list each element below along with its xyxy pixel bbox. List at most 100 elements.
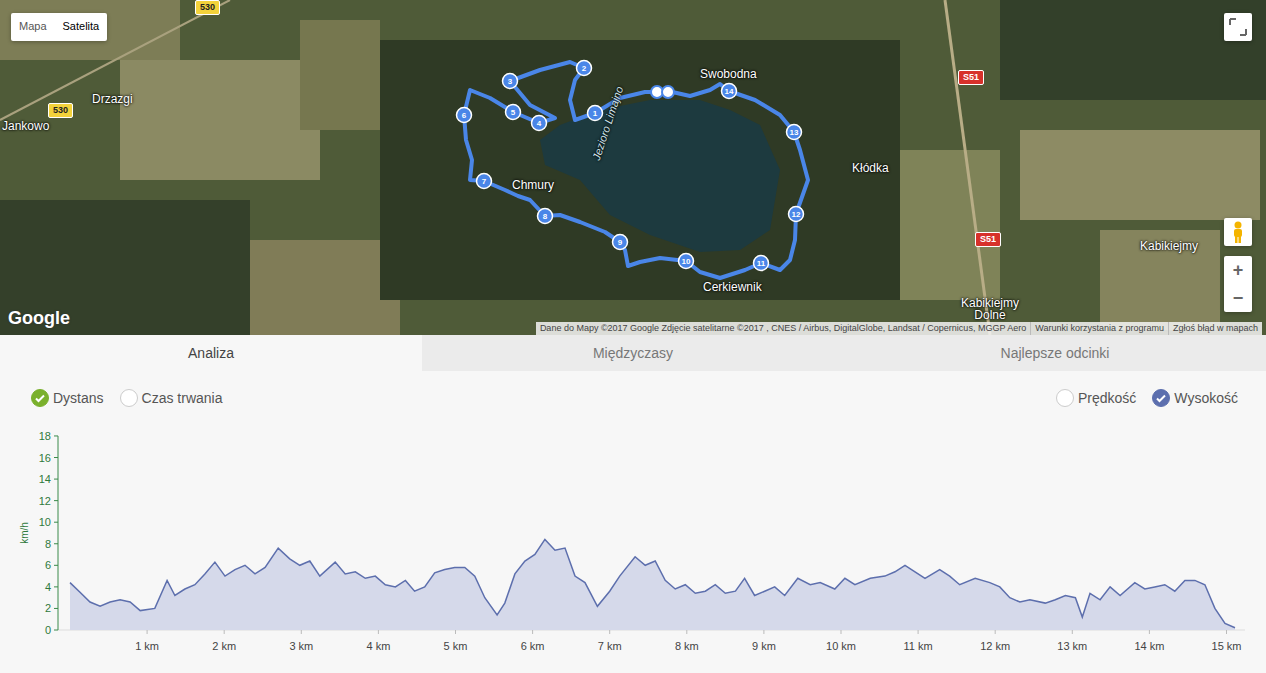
svg-text:2: 2 (45, 602, 51, 614)
split-marker[interactable]: 1 (588, 106, 603, 121)
split-marker[interactable]: 7 (477, 174, 492, 189)
svg-text:5: 5 (511, 108, 516, 117)
y-axis (58, 436, 59, 630)
map-ground (0, 0, 1266, 335)
svg-text:4: 4 (537, 119, 542, 128)
speed-chart[interactable]: 024681012141618km/h1 km2 km3 km4 km5 km6… (0, 425, 1266, 673)
svg-text:18: 18 (39, 430, 51, 442)
svg-text:3 km: 3 km (289, 640, 313, 652)
tab[interactable]: Najlepsze odcinki (844, 335, 1266, 371)
fullscreen-button[interactable] (1224, 13, 1252, 41)
attribution-item[interactable]: Zgłoś błąd w mapach (1168, 322, 1262, 335)
y-tick: 14 (39, 473, 58, 485)
x-tick: 3 km (289, 630, 313, 652)
svg-text:9: 9 (618, 238, 623, 247)
place-label: Kabikiejmy Dolne (955, 297, 1025, 321)
svg-text:1: 1 (593, 109, 598, 118)
zoom-button[interactable]: + (1224, 256, 1252, 284)
radio-icon (120, 389, 138, 407)
street-view-button[interactable] (1224, 218, 1252, 246)
svg-text:14 km: 14 km (1134, 640, 1164, 652)
split-marker[interactable]: 9 (613, 235, 628, 250)
speed-area (70, 539, 1235, 630)
place-label: Drzazgi (92, 92, 133, 106)
map-type-switch[interactable]: MapaSatelita (11, 13, 107, 41)
x-axis-radio[interactable]: Czas trwania (120, 389, 223, 407)
lake (540, 100, 780, 252)
y-tick: 16 (39, 452, 58, 464)
svg-text:7: 7 (482, 177, 487, 186)
chart-controls: Dystans Czas trwania Prędkość Wysokość (0, 371, 1266, 425)
road-sign: S51 (975, 232, 1001, 247)
radio-icon (31, 389, 49, 407)
x-tick: 9 km (752, 630, 776, 652)
map-forests (0, 0, 1266, 335)
tab[interactable]: Analiza (0, 335, 422, 371)
svg-text:10: 10 (39, 516, 51, 528)
svg-text:9 km: 9 km (752, 640, 776, 652)
road-sign: 530 (195, 0, 220, 15)
svg-text:10: 10 (682, 257, 691, 266)
x-axis-options: Dystans Czas trwania (31, 389, 223, 407)
svg-text:1 km: 1 km (135, 640, 159, 652)
tab[interactable]: Międzyczasy (422, 335, 844, 371)
y-tick: 6 (45, 559, 58, 571)
road-sign: S51 (958, 70, 984, 85)
x-tick: 14 km (1134, 630, 1164, 652)
attribution-item[interactable]: Warunki korzystania z programu (1030, 322, 1168, 335)
check-icon (1155, 392, 1167, 404)
svg-text:15 km: 15 km (1212, 640, 1242, 652)
check-icon (34, 392, 46, 404)
start-finish-pins[interactable] (651, 86, 674, 98)
map-type-button[interactable]: Satelita (55, 13, 108, 41)
svg-text:2: 2 (582, 64, 587, 73)
svg-text:8 km: 8 km (675, 640, 699, 652)
check-circle-icon (1056, 389, 1074, 407)
svg-text:16: 16 (39, 452, 51, 464)
road-s51 (945, 0, 990, 335)
road-530 (0, 0, 230, 120)
split-marker[interactable]: 12 (789, 207, 804, 222)
analysis-panel: Dystans Czas trwania Prędkość Wysokość 0… (0, 371, 1266, 673)
pegman-icon (1231, 221, 1245, 243)
x-tick: 11 km (904, 630, 933, 652)
split-marker[interactable]: 4 (532, 116, 547, 131)
svg-text:7 km: 7 km (598, 640, 622, 652)
series-checkbox[interactable]: Wysokość (1152, 389, 1238, 407)
series-options: Prędkość Wysokość (1056, 389, 1238, 407)
series-checkbox[interactable]: Prędkość (1056, 389, 1136, 407)
split-marker[interactable]: 13 (787, 125, 802, 140)
road-sign: 530 (48, 103, 73, 118)
x-tick: 15 km (1212, 630, 1242, 652)
split-marker[interactable]: 8 (538, 209, 553, 224)
split-marker[interactable]: 2 (577, 61, 592, 76)
map[interactable]: 1234567891011121314 JankowoDrzazgiChmury… (0, 0, 1266, 335)
place-label: Cerkiewnik (703, 280, 762, 294)
zoom-control: +− (1224, 256, 1252, 312)
split-marker[interactable]: 14 (722, 84, 737, 99)
split-marker[interactable]: 6 (457, 108, 472, 123)
svg-text:12 km: 12 km (980, 640, 1010, 652)
split-marker[interactable]: 5 (506, 105, 521, 120)
svg-text:6: 6 (462, 111, 467, 120)
zoom-button[interactable]: − (1224, 284, 1252, 312)
map-attribution: Dane do Mapy ©2017 Google Zdjęcie sateli… (536, 322, 1262, 335)
svg-text:11: 11 (757, 259, 766, 268)
svg-text:5 km: 5 km (444, 640, 468, 652)
finish-pin-icon[interactable] (662, 86, 674, 98)
x-axis-radio[interactable]: Dystans (31, 389, 104, 407)
split-marker[interactable]: 10 (679, 254, 694, 269)
y-tick: 4 (45, 581, 58, 593)
map-type-button[interactable]: Mapa (11, 13, 55, 41)
tab-bar: AnalizaMiędzyczasyNajlepsze odcinki (0, 335, 1266, 371)
activity-analysis-page: 1234567891011121314 JankowoDrzazgiChmury… (0, 0, 1266, 673)
split-marker[interactable]: 11 (754, 256, 769, 271)
svg-text:6: 6 (45, 559, 51, 571)
x-tick: 6 km (521, 630, 545, 652)
svg-text:8: 8 (45, 538, 51, 550)
svg-text:14: 14 (39, 473, 51, 485)
place-label: Kabikiejmy (1140, 239, 1198, 253)
split-marker[interactable]: 3 (503, 74, 518, 89)
satellite-map[interactable]: 1234567891011121314 (0, 0, 1266, 335)
x-tick: 1 km (135, 630, 159, 652)
